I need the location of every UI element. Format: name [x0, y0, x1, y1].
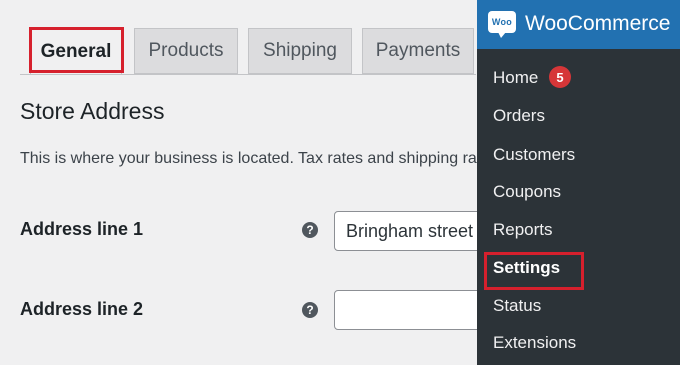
woocommerce-logo-icon: Woo — [488, 11, 516, 38]
question-circle-icon[interactable]: ? — [302, 302, 318, 318]
menu-item-status[interactable]: Status — [493, 296, 541, 316]
woocommerce-admin-menu: Woo WooCommerce Home 5 Orders Customers … — [477, 0, 680, 365]
menu-header[interactable]: Woo WooCommerce — [477, 0, 680, 49]
address-line-1-label: Address line 1 — [20, 219, 144, 239]
tab-payments[interactable]: Payments — [362, 28, 474, 74]
tab-products[interactable]: Products — [134, 28, 238, 74]
menu-item-coupons[interactable]: Coupons — [493, 182, 561, 202]
tab-shipping[interactable]: Shipping — [248, 28, 352, 74]
settings-highlight — [484, 252, 584, 290]
question-circle-icon[interactable]: ? — [302, 222, 318, 238]
menu-item-home[interactable]: Home — [493, 68, 538, 88]
section-title: Store Address — [20, 98, 165, 124]
address-line-2-label: Address line 2 — [20, 299, 144, 319]
menu-item-reports[interactable]: Reports — [493, 220, 553, 240]
home-badge: 5 — [549, 66, 571, 88]
menu-item-extensions[interactable]: Extensions — [493, 333, 576, 353]
general-tab-highlight — [29, 27, 124, 73]
menu-item-customers[interactable]: Customers — [493, 145, 575, 165]
tabs-divider — [20, 74, 476, 75]
menu-title: WooCommerce — [525, 12, 671, 35]
menu-item-orders[interactable]: Orders — [493, 106, 545, 126]
